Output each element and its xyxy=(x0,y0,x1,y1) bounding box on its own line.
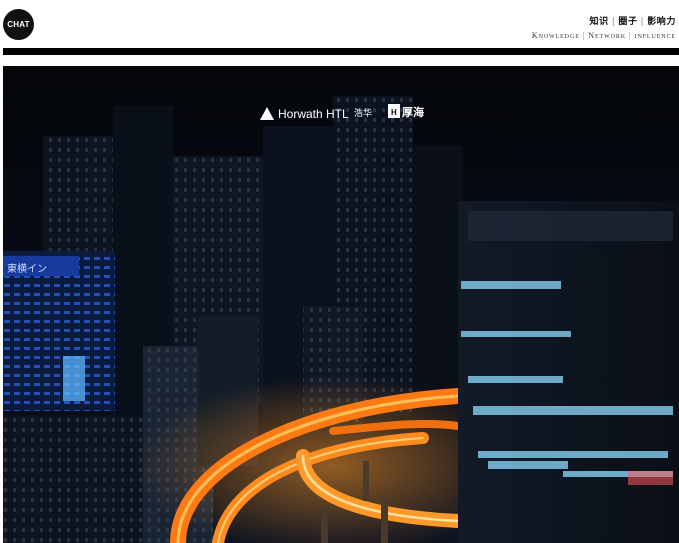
chat-logo[interactable]: CHAT xyxy=(3,9,34,40)
tagline-cn-knowledge: 知识 xyxy=(589,17,609,27)
tagline-chinese: 知识 | 圈子 | 影响力 xyxy=(589,17,676,27)
tagline-cn-network: 圈子 xyxy=(618,17,638,27)
hero-image: 東横イン Horwath HTL 浩华 H 厚海 xyxy=(3,66,679,543)
tagline-en-network: Network xyxy=(588,31,627,40)
tagline-cn-influence: 影响力 xyxy=(647,17,676,27)
tagline-en-knowledge: Knowledge xyxy=(531,31,580,40)
header-divider xyxy=(3,48,679,55)
tagline-en-influence: influence xyxy=(634,31,676,40)
svg-text:H: H xyxy=(391,108,397,117)
horwath-logo-cn: 浩华 xyxy=(354,107,372,119)
right-tower xyxy=(458,201,679,543)
night-city-illustration: 東横イン Horwath HTL 浩华 H 厚海 xyxy=(3,66,679,543)
neon-sign: 東横イン xyxy=(7,262,47,275)
houhai-logo-cn: 厚海 xyxy=(402,105,424,119)
tagline-english: Knowledge | Network | influence xyxy=(531,31,676,40)
left-tower: 東横イン xyxy=(3,251,115,411)
horwath-logo-text: Horwath HTL xyxy=(278,107,349,121)
page-header: CHAT 知识 | 圈子 | 影响力 Knowledge | Network | influen… xyxy=(0,0,679,48)
chat-logo-text: CHAT xyxy=(7,20,30,29)
